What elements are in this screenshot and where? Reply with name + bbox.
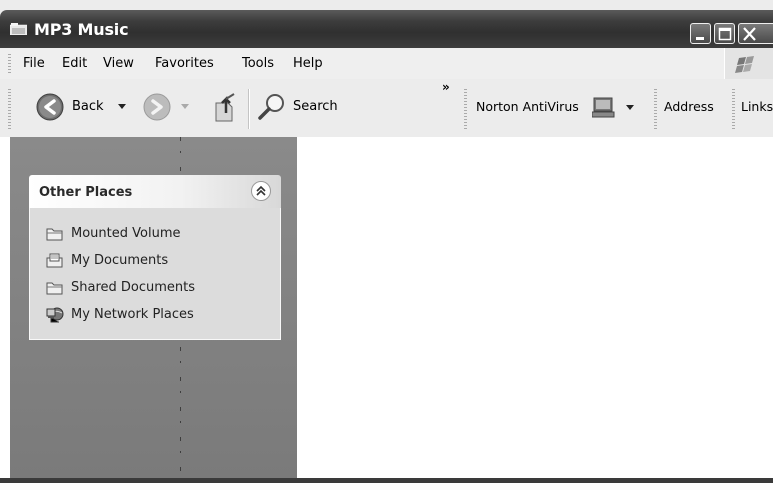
menu-tools[interactable]: Tools [242, 56, 274, 71]
windows-logo [724, 48, 773, 79]
forward-button[interactable] [143, 93, 193, 123]
menu-view[interactable]: View [103, 56, 134, 71]
chevron-down-icon [118, 104, 126, 109]
up-folder-button[interactable] [212, 91, 242, 123]
collapse-button[interactable] [251, 181, 271, 201]
search-icon [258, 94, 284, 120]
maximize-icon [718, 27, 732, 41]
up-folder-icon [215, 93, 235, 122]
other-places-panel: Other Places Mounted Volume My Documents… [29, 175, 281, 340]
chevron-down-icon [626, 105, 634, 110]
back-arrow-icon [36, 93, 64, 121]
address-label[interactable]: Address [664, 99, 714, 114]
norton-antivirus-button[interactable]: Norton AntiVirus [476, 95, 641, 121]
folder-window-icon [10, 23, 27, 35]
links-bar-grip[interactable] [732, 89, 735, 129]
toolbar-grip[interactable] [8, 89, 11, 129]
close-button[interactable] [738, 23, 773, 44]
double-chevron-up-icon [256, 185, 266, 196]
network-places-icon [46, 307, 64, 323]
content-area: Other Places Mounted Volume My Documents… [0, 137, 773, 483]
place-label: My Network Places [71, 307, 194, 322]
title-bar[interactable]: MP3 Music [0, 10, 773, 48]
task-pane: Other Places Mounted Volume My Documents… [10, 137, 297, 483]
minimize-icon [696, 37, 704, 40]
norton-monitor-icon [592, 97, 615, 118]
explorer-window: MP3 Music File Edit View Favorites Tools… [0, 0, 773, 483]
menu-edit[interactable]: Edit [62, 56, 87, 71]
menu-favorites[interactable]: Favorites [155, 56, 214, 71]
close-icon [743, 27, 756, 41]
folder-icon [46, 282, 63, 295]
back-label: Back [72, 99, 104, 114]
documents-folder-icon [46, 253, 63, 268]
norton-toolbar-grip[interactable] [464, 89, 467, 129]
norton-label: Norton AntiVirus [476, 99, 579, 114]
address-bar-grip[interactable] [654, 89, 657, 129]
forward-arrow-icon [143, 93, 171, 121]
window-title: MP3 Music [34, 20, 129, 39]
links-label[interactable]: Links [741, 99, 773, 114]
standard-toolbar: Back Search » Norton AntiVirus Address L… [0, 79, 773, 138]
back-button[interactable]: Back [36, 93, 131, 123]
window-frame-bottom [0, 478, 773, 483]
search-button[interactable]: Search [257, 92, 347, 122]
toolbar-overflow-chevron[interactable]: » [442, 80, 450, 94]
windows-flag-icon [735, 56, 754, 73]
panel-title: Other Places [39, 185, 133, 200]
menu-grip[interactable] [8, 54, 11, 74]
menu-file[interactable]: File [23, 56, 45, 71]
chevron-down-icon [181, 104, 189, 109]
menu-help[interactable]: Help [293, 56, 323, 71]
minimize-button[interactable] [690, 23, 711, 44]
place-label: Shared Documents [71, 280, 196, 295]
search-label: Search [293, 99, 338, 114]
place-label: Mounted Volume [71, 226, 181, 241]
folder-icon [46, 228, 63, 241]
menu-bar: File Edit View Favorites Tools Help [0, 48, 773, 80]
maximize-button[interactable] [714, 23, 735, 44]
place-label: My Documents [71, 253, 169, 268]
other-places-list: Mounted Volume My Documents Shared Docum… [29, 208, 281, 340]
other-places-header[interactable]: Other Places [29, 175, 281, 208]
toolbar-separator [248, 89, 250, 129]
